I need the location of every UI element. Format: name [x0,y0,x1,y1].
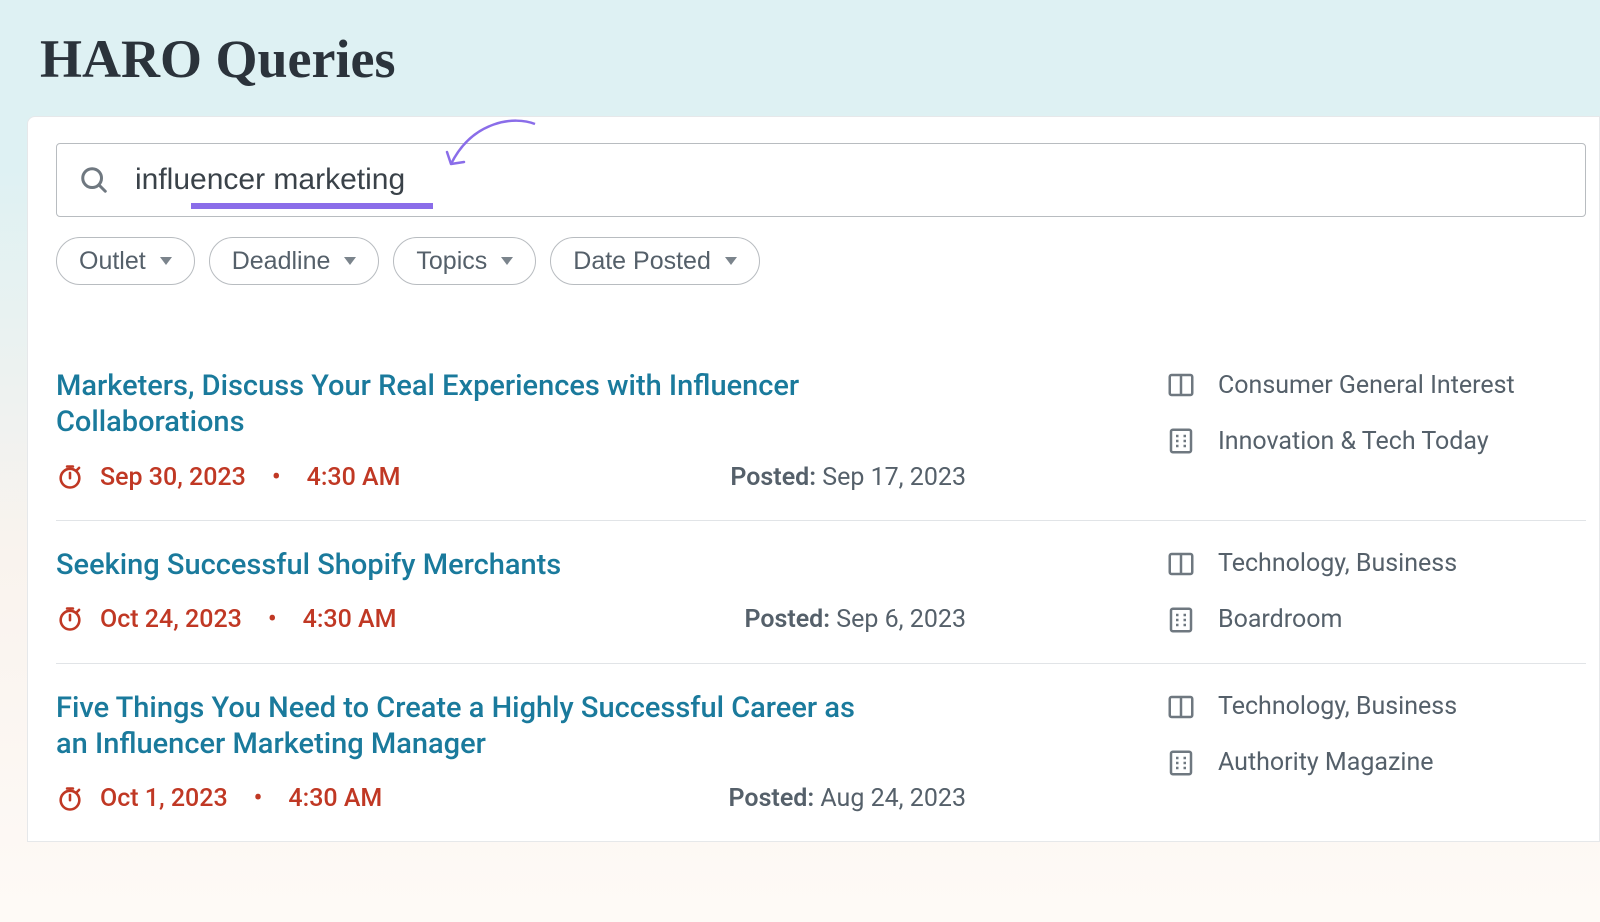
result-title-link[interactable]: Seeking Successful Shopify Merchants [56,547,876,583]
deadline: Oct 1, 2023 • 4:30 AM [56,784,382,813]
category-label: Technology, Business [1218,692,1457,721]
building-icon [1166,426,1196,456]
search-icon [79,165,109,195]
filter-label: Outlet [79,247,146,276]
result-title-link[interactable]: Marketers, Discuss Your Real Experiences… [56,368,876,441]
building-icon [1166,605,1196,635]
filter-deadline[interactable]: Deadline [209,237,380,285]
results-card: Outlet Deadline Topics Date Posted Marke… [27,116,1600,842]
deadline-time: 4:30 AM [288,784,382,813]
category: Technology, Business [1166,549,1586,579]
deadline-date: Sep 30, 2023 [100,463,246,492]
result-row: Marketers, Discuss Your Real Experiences… [56,341,1586,520]
result-title-link[interactable]: Five Things You Need to Create a Highly … [56,690,876,763]
outlet: Authority Magazine [1166,748,1586,778]
book-icon [1166,549,1196,579]
category-label: Technology, Business [1218,549,1457,578]
chevron-down-icon [501,257,513,265]
filter-outlet[interactable]: Outlet [56,237,195,285]
outlet-label: Innovation & Tech Today [1218,427,1489,456]
search-bar [56,143,1586,217]
result-meta: Oct 24, 2023 • 4:30 AM Posted: Sep 6, 20… [56,605,1146,634]
posted-date: Sep 17, 2023 [822,463,966,492]
result-main: Marketers, Discuss Your Real Experiences… [56,368,1166,492]
book-icon [1166,692,1196,722]
deadline-time: 4:30 AM [303,605,397,634]
book-icon [1166,370,1196,400]
chevron-down-icon [725,257,737,265]
result-side: Technology, Business Boardroom [1166,547,1586,635]
category-label: Consumer General Interest [1218,371,1515,400]
page-title: HARO Queries [0,0,1600,90]
result-main: Five Things You Need to Create a Highly … [56,690,1166,814]
result-main: Seeking Successful Shopify Merchants Oct… [56,547,1166,635]
posted: Posted: Sep 6, 2023 [744,605,966,634]
deadline: Oct 24, 2023 • 4:30 AM [56,605,397,634]
category: Technology, Business [1166,692,1586,722]
deadline-time: 4:30 AM [307,463,401,492]
posted: Posted: Sep 17, 2023 [730,463,966,492]
timer-icon [56,463,84,491]
filter-bar: Outlet Deadline Topics Date Posted [56,237,1599,285]
outlet: Boardroom [1166,605,1586,635]
chevron-down-icon [160,257,172,265]
posted: Posted: Aug 24, 2023 [729,784,966,813]
timer-icon [56,605,84,633]
result-row: Seeking Successful Shopify Merchants Oct… [56,520,1586,663]
separator-dot: • [254,784,263,813]
annotation-underline [191,203,433,209]
search-input[interactable] [135,163,1563,197]
results-list: Marketers, Discuss Your Real Experiences… [56,341,1586,841]
separator-dot: • [272,463,281,492]
result-side: Technology, Business Authority Magazine [1166,690,1586,814]
deadline-date: Oct 24, 2023 [100,605,242,634]
category: Consumer General Interest [1166,370,1586,400]
result-side: Consumer General Interest Innovation & T… [1166,368,1586,492]
separator-dot: • [268,605,277,634]
outlet: Innovation & Tech Today [1166,426,1586,456]
building-icon [1166,748,1196,778]
deadline: Sep 30, 2023 • 4:30 AM [56,463,400,492]
result-meta: Oct 1, 2023 • 4:30 AM Posted: Aug 24, 20… [56,784,1146,813]
filter-label: Date Posted [573,247,711,276]
posted-label: Posted: [744,605,830,634]
outlet-label: Authority Magazine [1218,748,1434,777]
filter-date-posted[interactable]: Date Posted [550,237,760,285]
filter-label: Deadline [232,247,331,276]
posted-date: Aug 24, 2023 [820,784,966,813]
deadline-date: Oct 1, 2023 [100,784,228,813]
posted-date: Sep 6, 2023 [836,605,966,634]
outlet-label: Boardroom [1218,605,1342,634]
result-meta: Sep 30, 2023 • 4:30 AM Posted: Sep 17, 2… [56,463,1146,492]
result-row: Five Things You Need to Create a Highly … [56,663,1586,842]
posted-label: Posted: [729,784,815,813]
chevron-down-icon [344,257,356,265]
posted-label: Posted: [730,463,816,492]
filter-topics[interactable]: Topics [393,237,536,285]
filter-label: Topics [416,247,487,276]
timer-icon [56,785,84,813]
